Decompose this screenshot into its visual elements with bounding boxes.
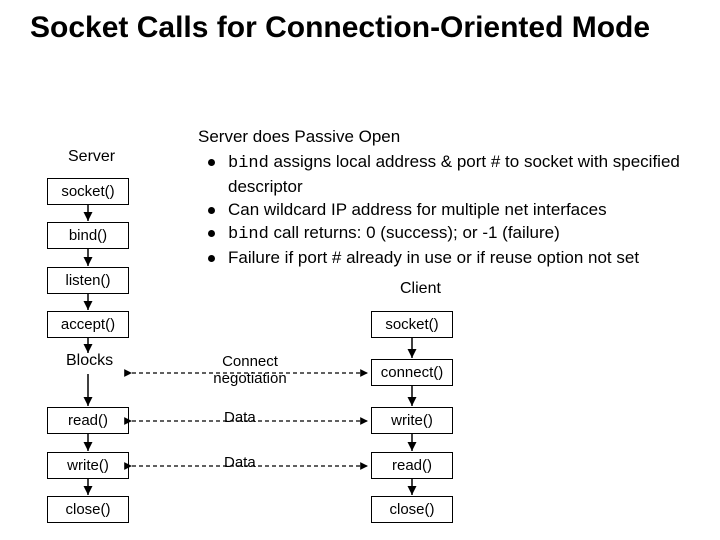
bullet-heading: Server does Passive Open: [198, 126, 698, 149]
client-write-box: write(): [371, 407, 453, 434]
bullet-1-code: bind: [228, 154, 269, 173]
connect-negotiation-label: Connect negotiation: [190, 353, 310, 387]
bullet-3: bind call returns: 0 (success); or -1 (f…: [206, 222, 698, 247]
bullet-2: Can wildcard IP address for multiple net…: [206, 199, 698, 222]
server-close-box: close(): [47, 496, 129, 523]
bullet-1: bind assigns local address & port # to s…: [206, 151, 698, 199]
server-bind-box: bind(): [47, 222, 129, 249]
bullet-3-code: bind: [228, 225, 269, 244]
bullet-1-text: assigns local address & port # to socket…: [228, 152, 680, 196]
page-title: Socket Calls for Connection-Oriented Mod…: [30, 10, 650, 46]
server-read-box: read(): [47, 407, 129, 434]
blocks-label: Blocks: [66, 352, 113, 370]
server-accept-box: accept(): [47, 311, 129, 338]
bullet-4: Failure if port # already in use or if r…: [206, 247, 698, 270]
client-close-box: close(): [371, 496, 453, 523]
client-column-label: Client: [400, 280, 441, 298]
data-label-2: Data: [224, 454, 256, 471]
bullet-3-text: call returns: 0 (success); or -1 (failur…: [269, 223, 560, 242]
server-column-label: Server: [68, 148, 115, 166]
client-connect-box: connect(): [371, 359, 453, 386]
server-socket-box: socket(): [47, 178, 129, 205]
client-socket-box: socket(): [371, 311, 453, 338]
server-write-box: write(): [47, 452, 129, 479]
data-label-1: Data: [224, 409, 256, 426]
bullet-block: Server does Passive Open bind assigns lo…: [198, 126, 698, 270]
client-read-box: read(): [371, 452, 453, 479]
server-listen-box: listen(): [47, 267, 129, 294]
